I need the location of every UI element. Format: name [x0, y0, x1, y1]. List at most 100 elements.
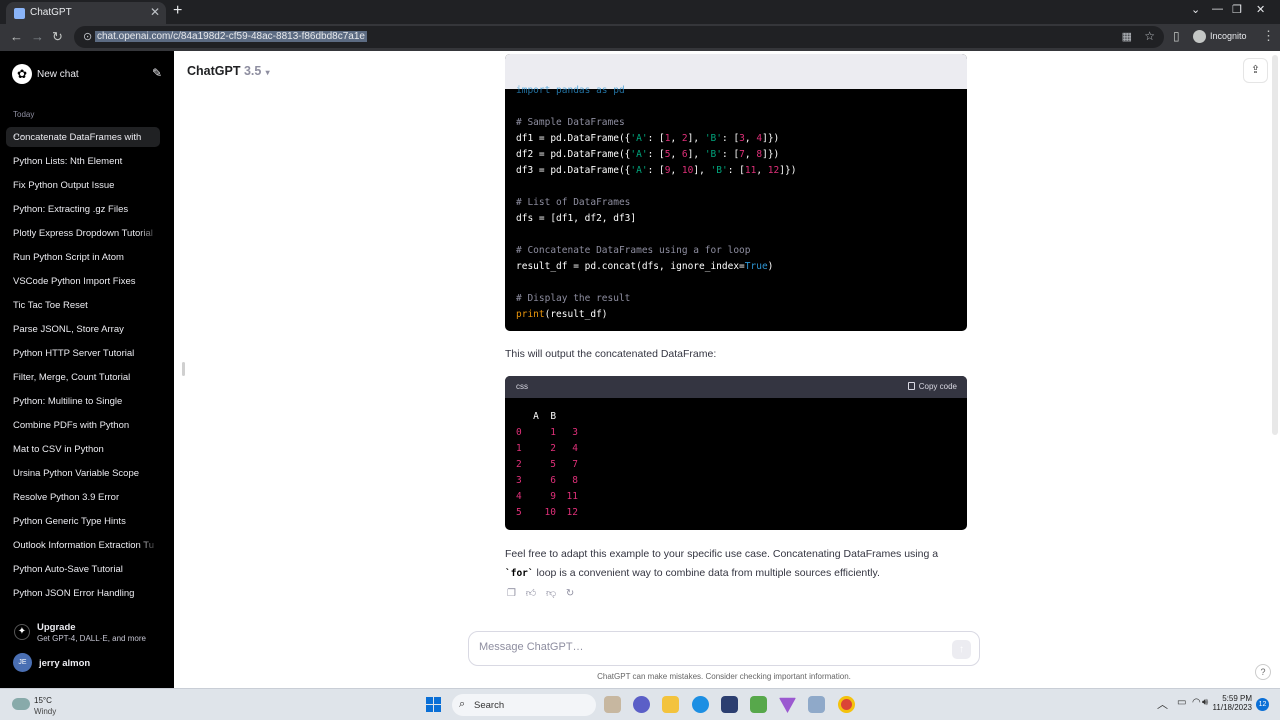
code-block-output: css Copy code A B 0 1 3 1 2 4 2 5 7 3 6 8 4 9 11 5 10 12	[505, 376, 967, 530]
chrome-browser-icon[interactable]	[838, 696, 855, 713]
model-selector[interactable]: ChatGPT 3.5 ▾	[187, 64, 270, 78]
sidebar-item[interactable]: Python HTTP Server Tutorial	[6, 343, 160, 363]
side-panel-icon[interactable]: ▯	[1173, 29, 1180, 43]
edge-browser-icon[interactable]	[692, 696, 709, 713]
notepad-app-icon[interactable]	[750, 696, 767, 713]
sidebar-item[interactable]: Fix Python Output Issue	[6, 175, 160, 195]
tab-title: ChatGPT	[30, 7, 72, 18]
sidebar-item[interactable]: Ursina Python Variable Scope	[6, 463, 160, 483]
store-app-icon[interactable]	[721, 696, 738, 713]
taskbar-search[interactable]: ⌕ Search	[452, 694, 596, 716]
browser-menu-icon[interactable]: ⋮	[1262, 28, 1275, 44]
sidebar-item-label: Fix Python Output Issue	[13, 180, 115, 191]
reload-icon[interactable]: ↻	[52, 29, 63, 45]
system-clock[interactable]: 5:59 PM 11/18/2023	[1209, 694, 1252, 712]
network-icon[interactable]: ▭	[1177, 697, 1186, 708]
address-bar[interactable]: ⊙ chat.openai.com/c/84a198d2-cf59-48ac-8…	[74, 26, 1164, 48]
weather-condition: Windy	[34, 707, 57, 716]
output-cell: 8	[572, 475, 578, 486]
output-cell: 3	[516, 475, 522, 486]
upgrade-title: Upgrade	[37, 622, 76, 633]
chevron-down-icon[interactable]: ⌄	[1191, 3, 1200, 16]
sidebar-item[interactable]: Mat to CSV in Python	[6, 439, 160, 459]
site-info-icon[interactable]: ⊙	[83, 30, 92, 43]
sidebar-item[interactable]: Python Generic Type Hints	[6, 511, 160, 531]
sidebar-item[interactable]: Tic Tac Toe Reset	[6, 295, 160, 315]
thumbs-down-icon[interactable]: 👎︎	[546, 588, 556, 599]
sidebar-item[interactable]: Outlook Information Extraction Tu	[6, 535, 160, 555]
sidebar-item[interactable]: Parse JSONL, Store Array	[6, 319, 160, 339]
notification-badge[interactable]: 12	[1256, 698, 1269, 711]
sidebar-toggle-handle[interactable]	[182, 362, 185, 376]
code-line: df3 = pd.DataFrame({'A': [9, 10], 'B': […	[516, 165, 797, 176]
wifi-icon[interactable]: ◠	[1192, 697, 1201, 708]
more-options-icon[interactable]: ···	[13, 130, 153, 142]
user-menu[interactable]: JE jerry almon	[6, 651, 162, 673]
forward-icon[interactable]: →	[31, 29, 44, 44]
output-cell: 0	[516, 427, 522, 438]
sidebar-item[interactable]: Python Lists: Nth Element	[6, 151, 160, 171]
chevron-up-icon[interactable]: ︿	[1157, 696, 1168, 712]
tab-close-icon[interactable]: ✕	[150, 5, 160, 19]
code-comment: # Concatenate DataFrames using a for loo…	[516, 245, 751, 256]
sidebar-item[interactable]: Plotly Express Dropdown Tutorial	[6, 223, 160, 243]
edit-icon[interactable]: ✎	[152, 66, 162, 80]
sidebar-item-label: Python JSON Error Handling	[13, 588, 135, 599]
inline-code: `for`	[505, 568, 534, 579]
sidebar-item[interactable]: Python Auto-Save Tutorial	[6, 559, 160, 579]
output-cell: 5	[550, 459, 556, 470]
sidebar-item[interactable]: Combine PDFs with Python	[6, 415, 160, 435]
taskbar-search-label: Search	[474, 700, 505, 711]
response-text: This will output the concatenated DataFr…	[505, 348, 717, 360]
sidebar-item[interactable]: Python: Extracting .gz Files	[6, 199, 160, 219]
regenerate-icon[interactable]: ↻	[566, 588, 574, 599]
start-button[interactable]	[426, 697, 442, 713]
code-line: dfs = [df1, df2, df3]	[516, 213, 637, 224]
code-block-python: import pandas as pd # Sample DataFrames …	[505, 54, 967, 331]
search-icon: ⌕	[459, 698, 466, 710]
sidebar-item[interactable]: Run Python Script in Atom	[6, 247, 160, 267]
sidebar-item[interactable]: Python JSON Error Handling	[6, 583, 160, 603]
chat-app-icon[interactable]	[633, 696, 650, 713]
output-cell: 1	[550, 427, 556, 438]
share-button[interactable]: ⇪	[1243, 58, 1268, 83]
file-explorer-icon[interactable]	[662, 696, 679, 713]
restore-icon[interactable]: ❐	[1232, 3, 1242, 16]
minimize-icon[interactable]: —	[1212, 3, 1223, 15]
thumbs-up-icon[interactable]: 👍︎	[526, 588, 536, 599]
new-tab-icon[interactable]: +	[173, 2, 182, 20]
sidebar-item-label: Combine PDFs with Python	[13, 420, 130, 431]
new-chat-button[interactable]: ✿ New chat ✎	[6, 63, 162, 85]
scrollbar[interactable]	[1272, 55, 1278, 435]
volume-icon[interactable]: 🔊︎	[1202, 697, 1208, 708]
qr-code-icon[interactable]: ▦	[1122, 30, 1132, 43]
sidebar-item[interactable]: Resolve Python 3.9 Error	[6, 487, 160, 507]
vscode-app-icon[interactable]	[779, 697, 796, 713]
upgrade-button[interactable]: ✦ Upgrade Get GPT-4, DALL·E, and more	[6, 619, 162, 647]
code-header: css Copy code	[505, 376, 967, 398]
send-button[interactable]: ↑	[952, 640, 971, 659]
sidebar-item-label: Mat to CSV in Python	[13, 444, 104, 455]
bookmark-star-icon[interactable]: ☆	[1144, 29, 1155, 43]
sidebar-item-label: Resolve Python 3.9 Error	[13, 492, 120, 503]
sidebar-item[interactable]: Filter, Merge, Count Tutorial	[6, 367, 160, 387]
copy-icon[interactable]: ❐	[507, 588, 516, 599]
photos-app-icon[interactable]	[808, 696, 825, 713]
back-icon[interactable]: ←	[10, 29, 23, 44]
sidebar-item-active[interactable]: Concatenate DataFrames with ···	[6, 127, 160, 147]
output-cell: 9	[550, 491, 556, 502]
message-actions: ❐ 👍︎ 👎︎ ↻	[507, 587, 581, 599]
copy-code-button[interactable]: Copy code	[907, 382, 957, 391]
sidebar-item-label: Plotly Express Dropdown Tutorial	[13, 228, 153, 239]
incognito-badge[interactable]: Incognito	[1193, 30, 1247, 43]
taskbar-app-icon[interactable]	[604, 696, 621, 713]
message-input[interactable]	[479, 641, 939, 653]
url-text[interactable]: chat.openai.com/c/84a198d2-cf59-48ac-881…	[95, 31, 367, 42]
output-row: 3 6 8	[516, 475, 578, 486]
help-button[interactable]: ?	[1255, 664, 1271, 680]
sidebar-item[interactable]: Python: Multiline to Single	[6, 391, 160, 411]
openai-logo-icon: ✿	[12, 64, 32, 84]
sidebar-item[interactable]: VSCode Python Import Fixes	[6, 271, 160, 291]
window-close-icon[interactable]: ✕	[1256, 3, 1265, 16]
browser-tab[interactable]: ChatGPT ✕	[6, 2, 166, 24]
